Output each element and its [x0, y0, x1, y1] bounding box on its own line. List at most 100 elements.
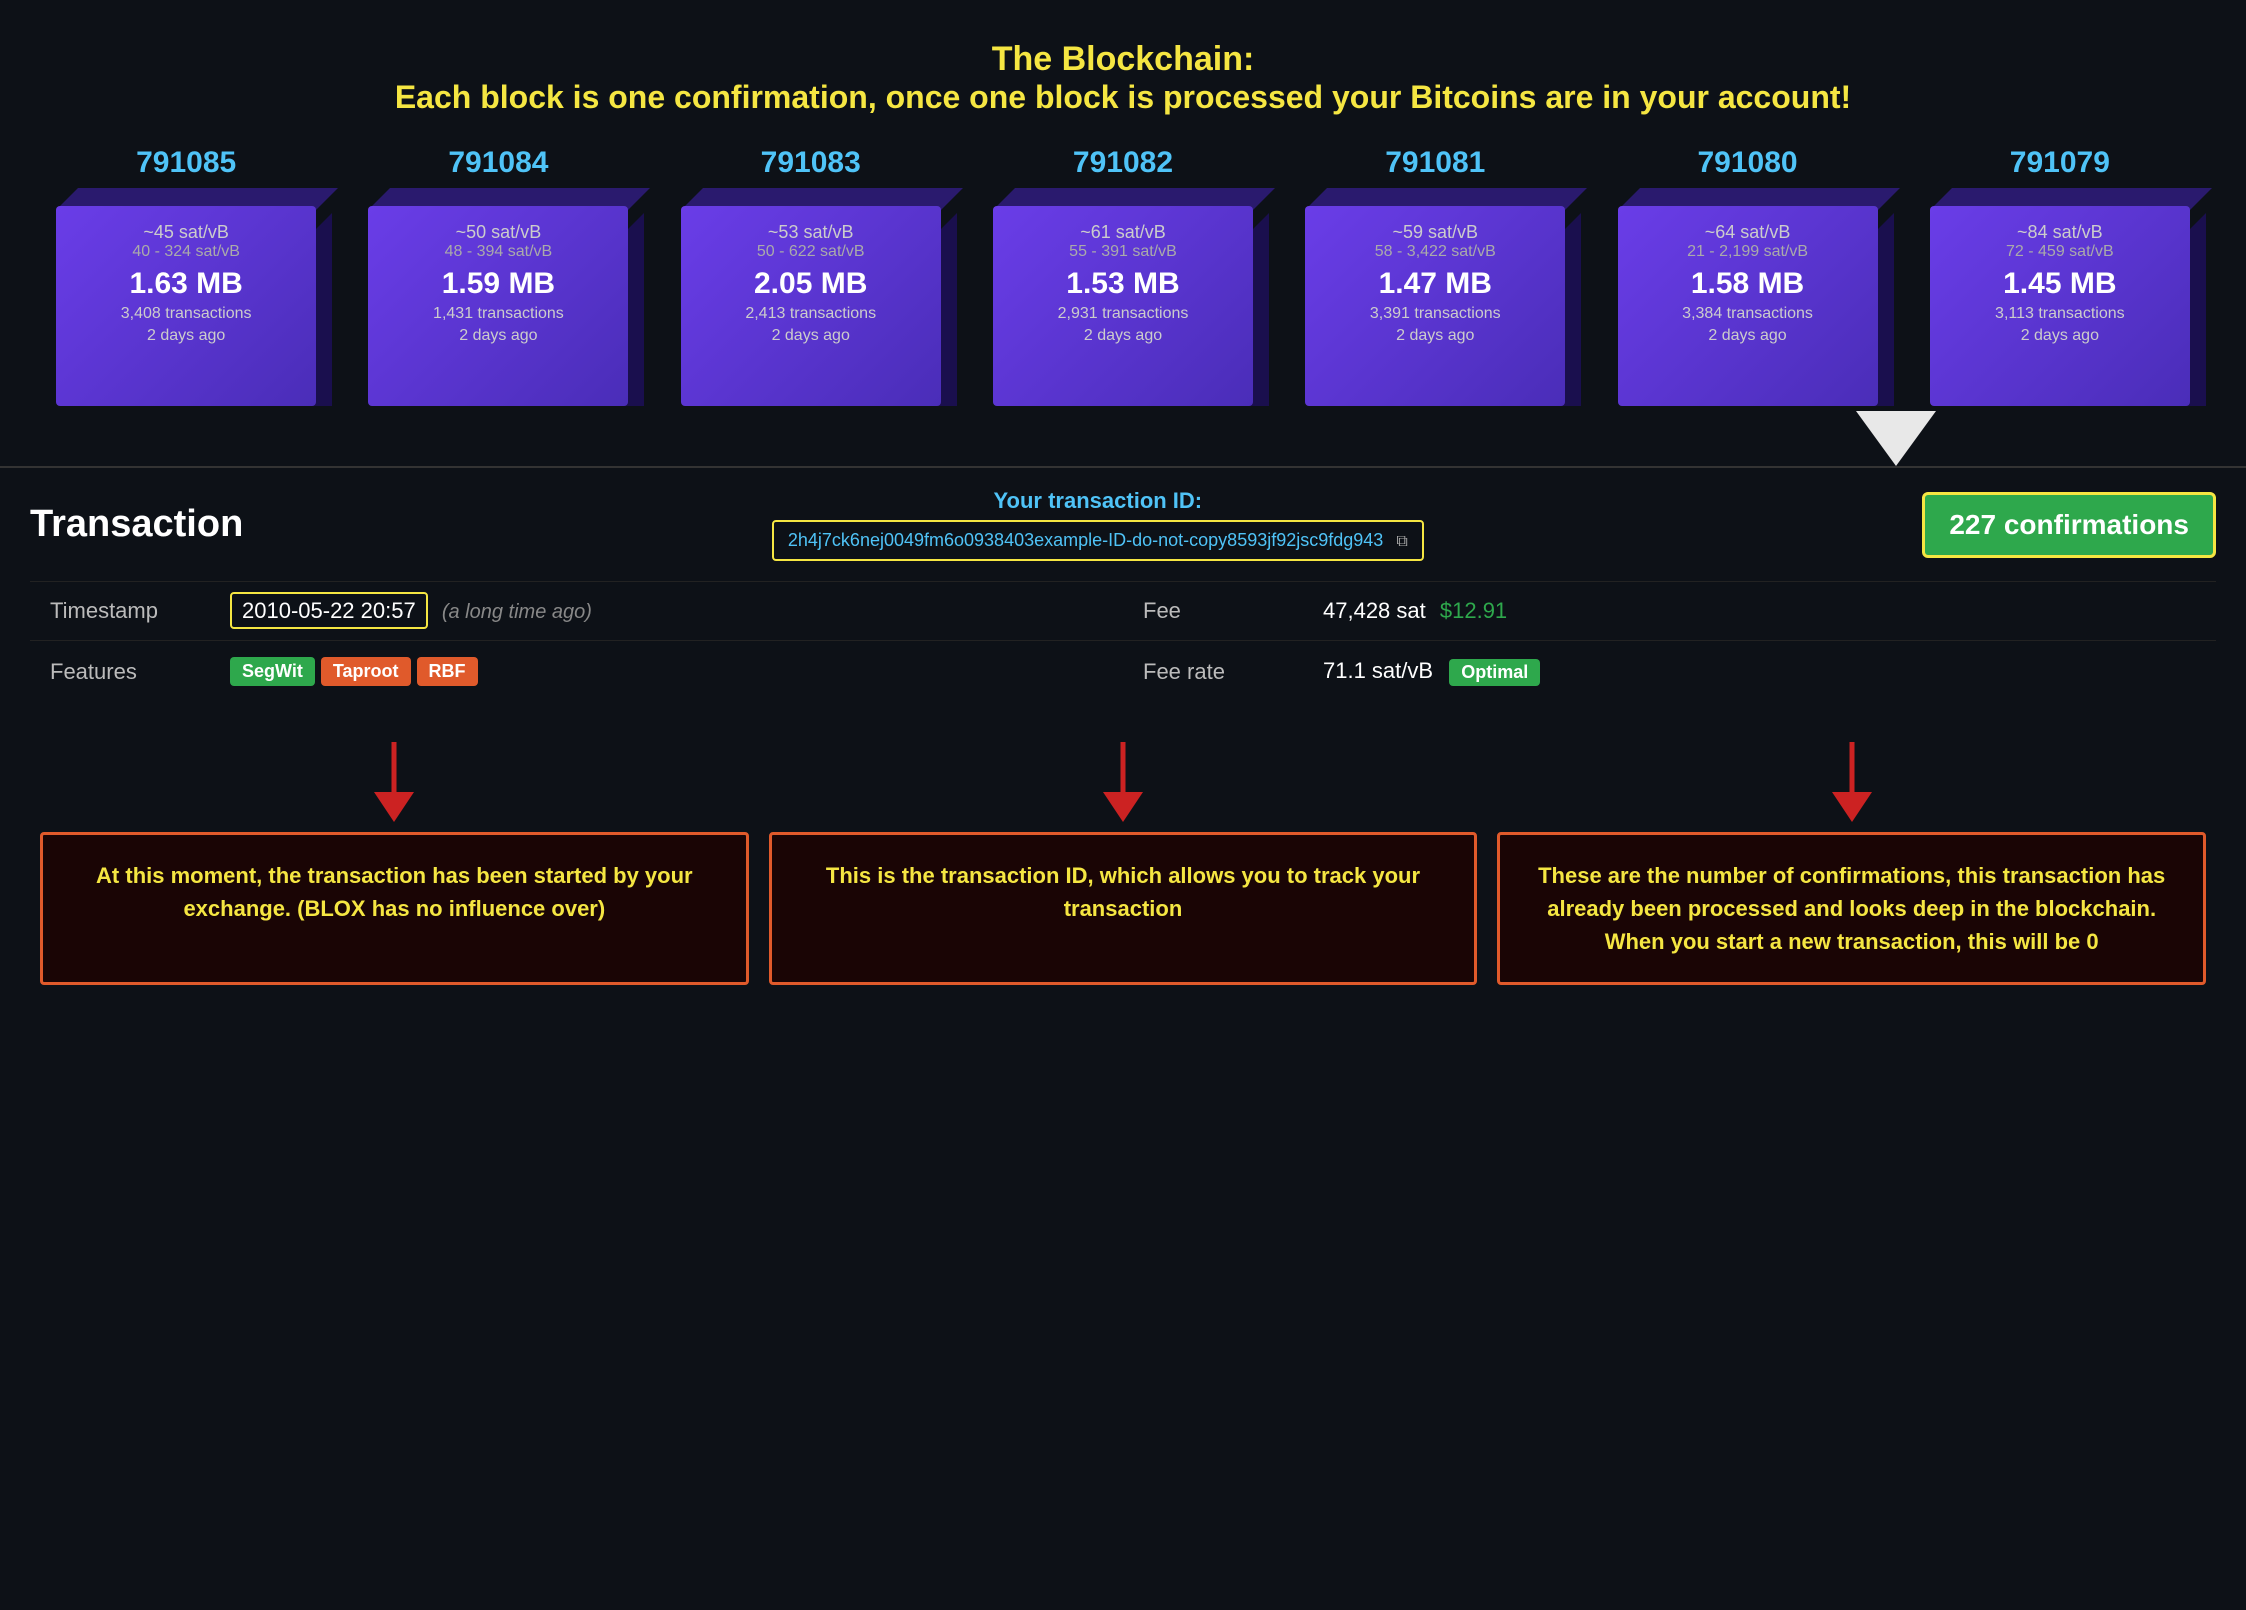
block-number: 791079 [2010, 146, 2110, 180]
block-size: 1.63 MB [72, 267, 300, 301]
annotation-box-2: These are the number of confirmations, t… [1497, 832, 2206, 985]
block-sat-range: 40 - 324 sat/vB [72, 243, 300, 261]
fee-rate-label: Fee rate [1143, 659, 1323, 685]
block-sat: ~64 sat/vB [1634, 222, 1862, 243]
timestamp-value: 2010-05-22 20:57 (a long time ago) [230, 598, 592, 624]
fee-value: 47,428 sat $12.91 [1323, 598, 1507, 624]
optimal-badge: Optimal [1449, 659, 1540, 686]
block-face-front: ~45 sat/vB 40 - 324 sat/vB 1.63 MB 3,408… [56, 206, 316, 406]
blockchain-row: 791085 ~45 sat/vB 40 - 324 sat/vB 1.63 M… [0, 136, 2246, 406]
arrow-row [0, 406, 2246, 466]
block-face-front: ~61 sat/vB 55 - 391 sat/vB 1.53 MB 2,931… [993, 206, 1253, 406]
block-txcount: 2,931 transactions [1009, 305, 1237, 323]
arrows-section [0, 732, 2246, 832]
block-txcount: 3,391 transactions [1321, 305, 1549, 323]
block-number: 791083 [761, 146, 861, 180]
block-number: 791085 [136, 146, 236, 180]
tx-details-grid: Timestamp 2010-05-22 20:57 (a long time … [30, 581, 2216, 702]
block-wrapper: 791084 ~50 sat/vB 48 - 394 sat/vB 1.59 M… [342, 146, 654, 406]
block-sat: ~50 sat/vB [384, 222, 612, 243]
timestamp-ago: (a long time ago) [442, 601, 592, 623]
annotation-text-2: These are the number of confirmations, t… [1520, 859, 2183, 958]
block-number: 791082 [1073, 146, 1173, 180]
block-time: 2 days ago [72, 327, 300, 345]
transaction-section: Transaction Your transaction ID: 2h4j7ck… [0, 468, 2246, 732]
tx-id-label: Your transaction ID: [273, 488, 1922, 514]
arrow-3-icon [1822, 742, 1882, 822]
block-3d: ~53 sat/vB 50 - 622 sat/vB 2.05 MB 2,413… [681, 188, 941, 406]
feature-tag-taproot: Taproot [321, 657, 411, 686]
block-sat-range: 72 - 459 sat/vB [1946, 243, 2174, 261]
block-face-front: ~59 sat/vB 58 - 3,422 sat/vB 1.47 MB 3,3… [1305, 206, 1565, 406]
block-wrapper: 791081 ~59 sat/vB 58 - 3,422 sat/vB 1.47… [1279, 146, 1591, 406]
block-wrapper: 791085 ~45 sat/vB 40 - 324 sat/vB 1.63 M… [30, 146, 342, 406]
block-size: 1.47 MB [1321, 267, 1549, 301]
block-3d: ~45 sat/vB 40 - 324 sat/vB 1.63 MB 3,408… [56, 188, 316, 406]
block-time: 2 days ago [384, 327, 612, 345]
tx-id-value: 2h4j7ck6nej0049fm6o0938403example-ID-do-… [788, 530, 1383, 550]
fee-rate-number: 71.1 sat/vB [1323, 658, 1433, 683]
block-sat: ~45 sat/vB [72, 222, 300, 243]
tx-id-center: Your transaction ID: 2h4j7ck6nej0049fm6o… [273, 488, 1922, 561]
annotation-box-1: This is the transaction ID, which allows… [769, 832, 1478, 985]
block-size: 1.45 MB [1946, 267, 2174, 301]
block-wrapper: 791080 ~64 sat/vB 21 - 2,199 sat/vB 1.58… [1591, 146, 1903, 406]
block-txcount: 3,408 transactions [72, 305, 300, 323]
block-size: 2.05 MB [697, 267, 925, 301]
block-wrapper: 791082 ~61 sat/vB 55 - 391 sat/vB 1.53 M… [967, 146, 1279, 406]
block-time: 2 days ago [1321, 327, 1549, 345]
block-sat: ~84 sat/vB [1946, 222, 2174, 243]
block-3d: ~50 sat/vB 48 - 394 sat/vB 1.59 MB 1,431… [368, 188, 628, 406]
timestamp-label: Timestamp [50, 598, 230, 624]
features-row: Features SegWitTaprootRBF [30, 640, 1123, 702]
fee-row: Fee 47,428 sat $12.91 [1123, 581, 2216, 640]
block-txcount: 2,413 transactions [697, 305, 925, 323]
block-wrapper: 791083 ~53 sat/vB 50 - 622 sat/vB 2.05 M… [655, 146, 967, 406]
header-title-line2: Each block is one confirmation, once one… [20, 79, 2226, 116]
fee-sat: 47,428 sat [1323, 598, 1426, 623]
block-face-front: ~50 sat/vB 48 - 394 sat/vB 1.59 MB 1,431… [368, 206, 628, 406]
block-txcount: 3,113 transactions [1946, 305, 2174, 323]
block-3d: ~61 sat/vB 55 - 391 sat/vB 1.53 MB 2,931… [993, 188, 1253, 406]
block-number: 791081 [1385, 146, 1485, 180]
annotations-row: At this moment, the transaction has been… [0, 832, 2246, 1025]
feature-tag-segwit: SegWit [230, 657, 315, 686]
block-face-front: ~53 sat/vB 50 - 622 sat/vB 2.05 MB 2,413… [681, 206, 941, 406]
confirmations-badge: 227 confirmations [1922, 492, 2216, 558]
block-3d: ~59 sat/vB 58 - 3,422 sat/vB 1.47 MB 3,3… [1305, 188, 1565, 406]
block-3d: ~84 sat/vB 72 - 459 sat/vB 1.45 MB 3,113… [1930, 188, 2190, 406]
block-number: 791080 [1697, 146, 1797, 180]
block-time: 2 days ago [697, 327, 925, 345]
fee-rate-row: Fee rate 71.1 sat/vB Optimal [1123, 640, 2216, 702]
timestamp-boxed: 2010-05-22 20:57 [230, 592, 428, 629]
page-header: The Blockchain: Each block is one confir… [0, 0, 2246, 136]
features-value: SegWitTaprootRBF [230, 657, 484, 686]
feature-tag-rbf: RBF [417, 657, 478, 686]
triangle-arrow [1856, 411, 1936, 466]
timestamp-row: Timestamp 2010-05-22 20:57 (a long time … [30, 581, 1123, 640]
tx-id-box: 2h4j7ck6nej0049fm6o0938403example-ID-do-… [772, 520, 1424, 561]
copy-icon[interactable]: ⧉ [1396, 533, 1407, 551]
block-sat-range: 48 - 394 sat/vB [384, 243, 612, 261]
block-sat-range: 21 - 2,199 sat/vB [1634, 243, 1862, 261]
block-time: 2 days ago [1634, 327, 1862, 345]
block-txcount: 3,384 transactions [1634, 305, 1862, 323]
header-title-line1: The Blockchain: [20, 40, 2226, 79]
transaction-title: Transaction [30, 503, 243, 546]
arrow-1-container [30, 732, 759, 832]
block-3d: ~64 sat/vB 21 - 2,199 sat/vB 1.58 MB 3,3… [1618, 188, 1878, 406]
arrow-1-icon [364, 742, 424, 822]
tx-header-row: Transaction Your transaction ID: 2h4j7ck… [30, 488, 2216, 561]
block-time: 2 days ago [1946, 327, 2174, 345]
annotation-text-1: This is the transaction ID, which allows… [792, 859, 1455, 925]
block-sat-range: 55 - 391 sat/vB [1009, 243, 1237, 261]
block-number: 791084 [448, 146, 548, 180]
arrow-2-icon [1093, 742, 1153, 822]
fee-usd: $12.91 [1440, 598, 1507, 623]
block-wrapper: 791079 ~84 sat/vB 72 - 459 sat/vB 1.45 M… [1904, 146, 2216, 406]
block-size: 1.58 MB [1634, 267, 1862, 301]
arrow-2-container [759, 732, 1488, 832]
fee-rate-value: 71.1 sat/vB Optimal [1323, 658, 1540, 686]
fee-label: Fee [1143, 598, 1323, 624]
block-face-front: ~84 sat/vB 72 - 459 sat/vB 1.45 MB 3,113… [1930, 206, 2190, 406]
